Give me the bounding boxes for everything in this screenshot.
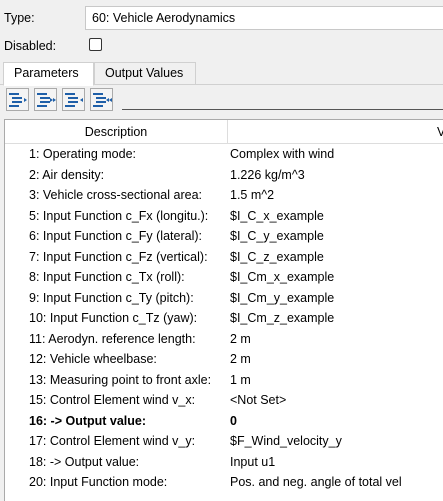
- row-value[interactable]: $I_Cm_y_example: [230, 291, 334, 305]
- indent-left-double-icon[interactable]: [34, 88, 57, 111]
- row-description: 6: Input Function c_Fy (lateral):: [29, 229, 202, 243]
- row-value[interactable]: 2 m: [230, 352, 251, 366]
- row-value[interactable]: $F_Wind_velocity_y: [230, 434, 342, 448]
- row-value[interactable]: Input u1: [230, 455, 275, 469]
- table-row[interactable]: 13: Measuring point to front axle: 1 m: [5, 370, 443, 391]
- table-row[interactable]: 10: Input Function c_Tz (yaw): $I_Cm_z_ex…: [5, 308, 443, 329]
- row-description: 11: Aerodyn. reference length:: [29, 331, 196, 346]
- row-description: 10: Input Function c_Tz (yaw):: [29, 311, 198, 325]
- row-description: 7: Input Function c_Fz (vertical):: [29, 249, 208, 264]
- row-description: 2: Air density:: [29, 167, 105, 182]
- row-value[interactable]: 0: [230, 414, 237, 428]
- table-row[interactable]: 18: -> Output value: Input u1: [5, 452, 443, 473]
- tab-parameters[interactable]: Parameters: [3, 62, 94, 86]
- table-row[interactable]: 9: Input Function c_Ty (pitch): $I_Cm_y_e…: [5, 288, 443, 309]
- table-row[interactable]: 7: Input Function c_Fz (vertical): $I_C_z…: [5, 247, 443, 268]
- row-description: 16: -> Output value:: [29, 413, 147, 428]
- table-row[interactable]: 12: Vehicle wheelbase: 2 m: [5, 349, 443, 370]
- table-row[interactable]: 16: -> Output value: 0: [5, 411, 443, 432]
- row-description: 1: Operating mode:: [29, 147, 137, 161]
- row-description: 8: Input Function c_Tx (roll):: [29, 270, 185, 284]
- row-description: 17: Control Element wind v_y:: [29, 434, 196, 448]
- tab-output-values[interactable]: Output Values: [94, 62, 196, 85]
- col-value-header[interactable]: V: [437, 125, 443, 139]
- disabled-label: Disabled:: [4, 39, 57, 53]
- table-row[interactable]: 3: Vehicle cross-sectional area: 1.5 m^2: [5, 185, 443, 206]
- row-value[interactable]: 1.226 kg/m^3: [230, 168, 305, 182]
- parameter-grid: Description V 1: Operating mode: Complex …: [4, 119, 443, 501]
- col-description-header[interactable]: Description: [5, 125, 227, 139]
- table-row[interactable]: 5: Input Function c_Fx (longitu.): $I_C_x…: [5, 206, 443, 227]
- table-row[interactable]: 11: Aerodyn. reference length: 2 m: [5, 329, 443, 350]
- table-row[interactable]: 15: Control Element wind v_x: <Not Set>: [5, 390, 443, 411]
- row-description: 15: Control Element wind v_x:: [29, 393, 196, 407]
- indent-left-icon[interactable]: [6, 88, 29, 111]
- row-description: 20: Input Function mode:: [29, 475, 168, 489]
- table-row[interactable]: 17: Control Element wind v_y: $F_Wind_vel…: [5, 431, 443, 452]
- type-field[interactable]: 60: Vehicle Aerodynamics: [85, 6, 443, 30]
- toolbar-input[interactable]: [122, 92, 443, 110]
- row-value[interactable]: 1.5 m^2: [230, 188, 274, 202]
- row-value[interactable]: 1 m: [230, 373, 251, 387]
- disabled-checkbox[interactable]: [89, 38, 102, 51]
- tab-bar: Parameters Output Values: [0, 62, 443, 86]
- row-value[interactable]: $I_C_z_example: [230, 250, 324, 264]
- table-row[interactable]: 8: Input Function c_Tx (roll): $I_Cm_x_ex…: [5, 267, 443, 288]
- type-label: Type:: [4, 11, 35, 25]
- row-value[interactable]: $I_C_y_example: [230, 229, 324, 243]
- col-separator[interactable]: [227, 120, 228, 144]
- type-row: Type: 60: Vehicle Aerodynamics: [0, 6, 443, 30]
- grid-rows: 1: Operating mode: Complex with wind 2: Ai…: [5, 144, 443, 493]
- row-description: 5: Input Function c_Fx (longitu.):: [29, 208, 209, 223]
- row-value[interactable]: Complex with wind: [230, 147, 334, 161]
- indent-right-icon[interactable]: [62, 88, 85, 111]
- row-value[interactable]: <Not Set>: [230, 393, 286, 407]
- table-row[interactable]: 20: Input Function mode: Pos. and neg. an…: [5, 472, 443, 493]
- table-row[interactable]: 2: Air density: 1.226 kg/m^3: [5, 165, 443, 186]
- indent-right-double-icon[interactable]: [90, 88, 113, 111]
- grid-header: Description V: [5, 120, 443, 144]
- row-value[interactable]: $I_Cm_x_example: [230, 270, 334, 284]
- table-row[interactable]: 1: Operating mode: Complex with wind: [5, 144, 443, 165]
- row-description: 13: Measuring point to front axle:: [29, 372, 212, 387]
- disabled-row: Disabled:: [0, 36, 443, 56]
- table-row[interactable]: 6: Input Function c_Fy (lateral): $I_C_y_…: [5, 226, 443, 247]
- row-description: 9: Input Function c_Ty (pitch):: [29, 290, 194, 305]
- row-value[interactable]: 2 m: [230, 332, 251, 346]
- row-description: 12: Vehicle wheelbase:: [29, 352, 157, 366]
- row-description: 18: -> Output value:: [29, 454, 140, 469]
- row-value[interactable]: Pos. and neg. angle of total vel: [230, 475, 402, 489]
- row-value[interactable]: $I_C_x_example: [230, 209, 324, 223]
- row-description: 3: Vehicle cross-sectional area:: [29, 188, 203, 202]
- row-value[interactable]: $I_Cm_z_example: [230, 311, 334, 325]
